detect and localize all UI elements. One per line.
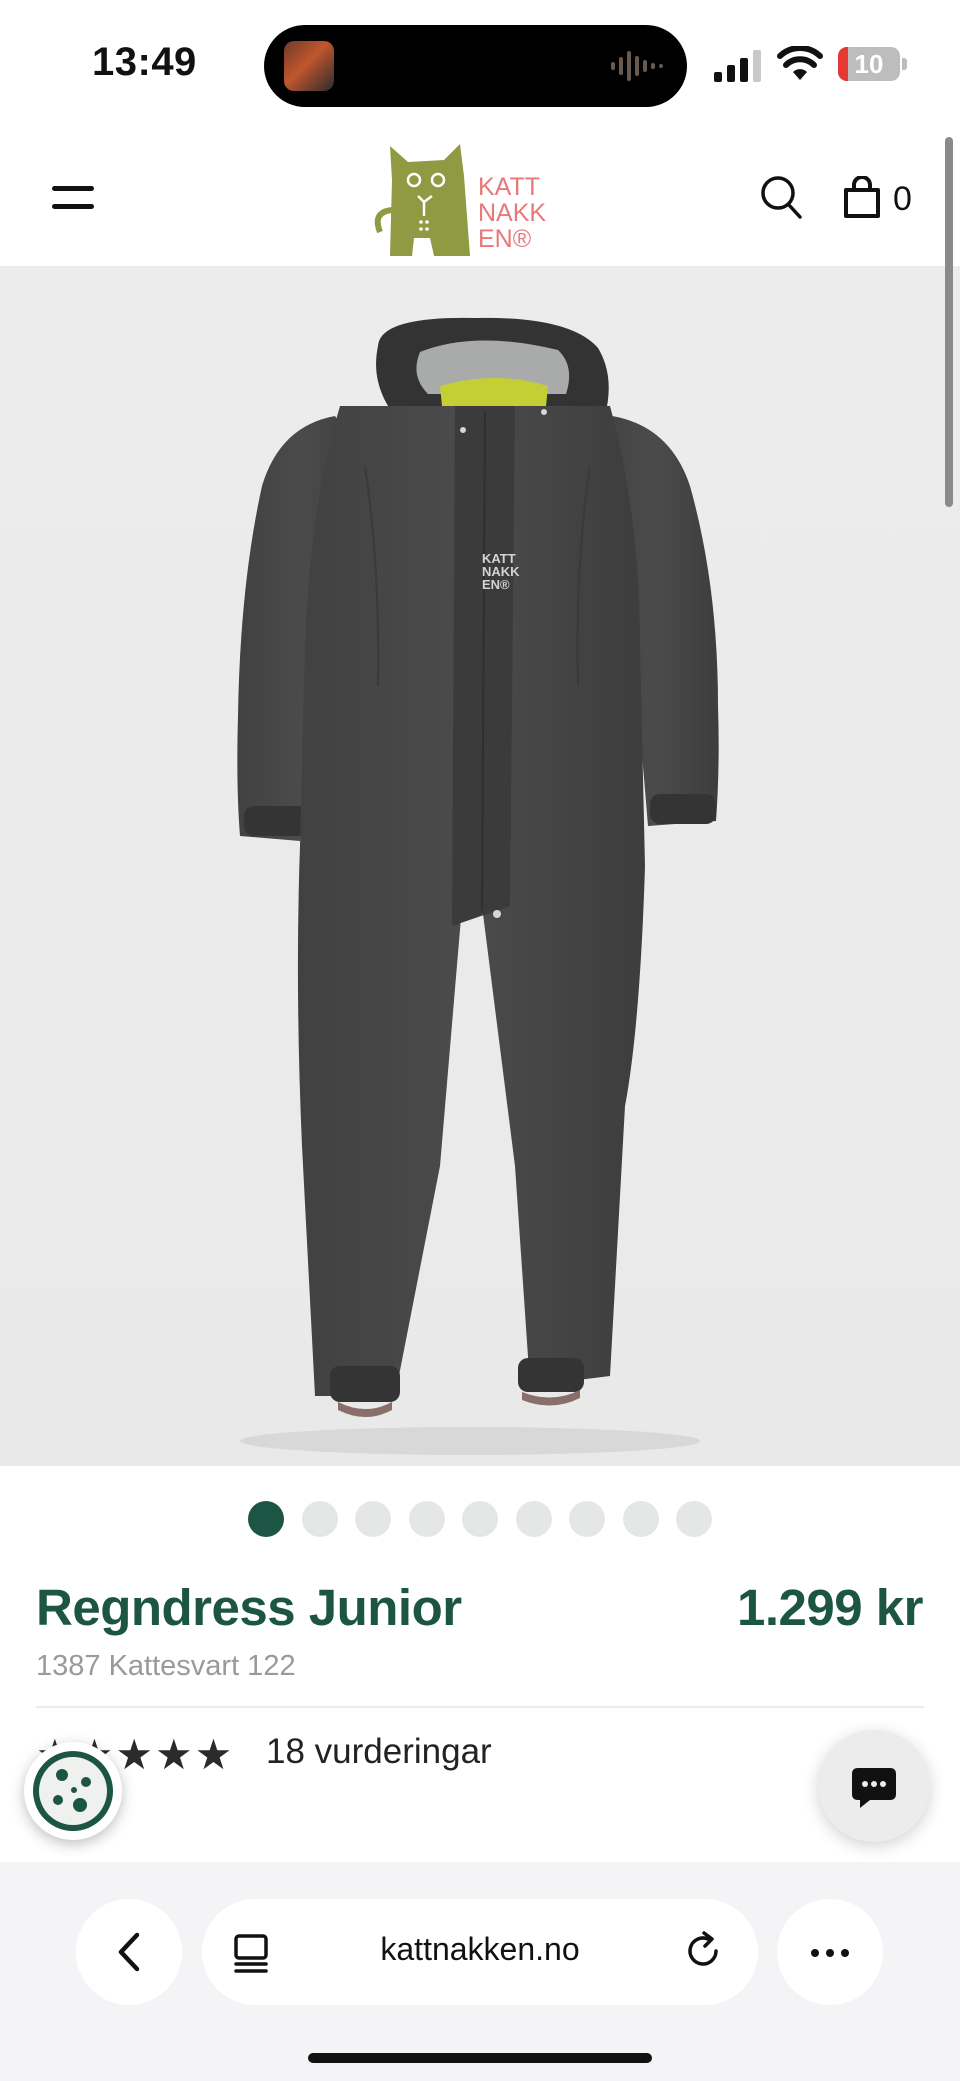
- carousel-dot-1[interactable]: [248, 1501, 284, 1537]
- product-variant: 1387 Kattesvart 122: [36, 1650, 296, 1682]
- product-image[interactable]: KATT NAKK EN®: [0, 266, 960, 1466]
- carousel-dot-2[interactable]: [301, 1501, 338, 1537]
- back-chevron-icon: [118, 1932, 140, 1972]
- cellular-signal-icon: [714, 50, 761, 82]
- shopping-bag-icon: [844, 176, 880, 218]
- browser-back-button[interactable]: [76, 1899, 182, 2005]
- star-icon: ★: [194, 1731, 235, 1778]
- wifi-icon: [777, 46, 823, 80]
- url-text[interactable]: kattnakken.no: [202, 1931, 758, 1968]
- carousel-dot-4[interactable]: [408, 1501, 445, 1537]
- carousel-dot-8[interactable]: [622, 1501, 659, 1537]
- audio-waveform-icon: [611, 51, 663, 81]
- divider: [36, 1706, 924, 1708]
- product-price: 1.299 kr: [736, 1579, 924, 1636]
- carousel-dot-6[interactable]: [515, 1501, 552, 1537]
- menu-button[interactable]: [52, 182, 96, 214]
- carousel-dot-7[interactable]: [569, 1501, 605, 1537]
- status-bar: 13:49 10: [0, 0, 960, 130]
- search-icon: [761, 176, 802, 219]
- rating-count: 18 vurderingar: [266, 1732, 492, 1771]
- chat-button[interactable]: [818, 1730, 930, 1842]
- more-dots-icon: [811, 1949, 819, 1957]
- address-bar[interactable]: kattnakken.no: [202, 1899, 758, 2005]
- site-logo[interactable]: KATT NAKK EN®: [374, 140, 554, 260]
- cookie-settings-button[interactable]: [24, 1742, 122, 1840]
- battery-level: 10: [854, 49, 884, 79]
- page-scrollbar[interactable]: [945, 137, 953, 507]
- status-time: 13:49: [92, 40, 197, 84]
- cart-count: 0: [893, 180, 912, 218]
- product-title: Regndress Junior: [36, 1579, 462, 1636]
- cart-button[interactable]: 0: [843, 174, 923, 224]
- jacket-brand-label: KATT NAKK EN®: [482, 551, 520, 592]
- hamburger-menu-icon: [52, 186, 94, 191]
- now-playing-artwork: [284, 41, 334, 91]
- logo-wordmark: KATT NAKK EN®: [478, 173, 547, 253]
- battery-icon: 10: [838, 47, 910, 81]
- search-button[interactable]: [760, 175, 804, 221]
- more-options-button[interactable]: [777, 1899, 883, 2005]
- rain-suit-image: [237, 317, 719, 1455]
- carousel-dot-9[interactable]: [676, 1501, 712, 1537]
- carousel-dot-5[interactable]: [462, 1501, 498, 1537]
- reload-icon[interactable]: [682, 1929, 726, 1973]
- star-icon: ★: [154, 1731, 195, 1778]
- home-indicator[interactable]: [308, 2053, 652, 2063]
- carousel-dot-3[interactable]: [355, 1501, 391, 1537]
- dynamic-island[interactable]: [264, 25, 687, 107]
- chat-bubble-icon: [852, 1768, 896, 1808]
- site-header: KATT NAKK EN® 0: [0, 130, 960, 266]
- cookie-icon: [33, 1751, 113, 1831]
